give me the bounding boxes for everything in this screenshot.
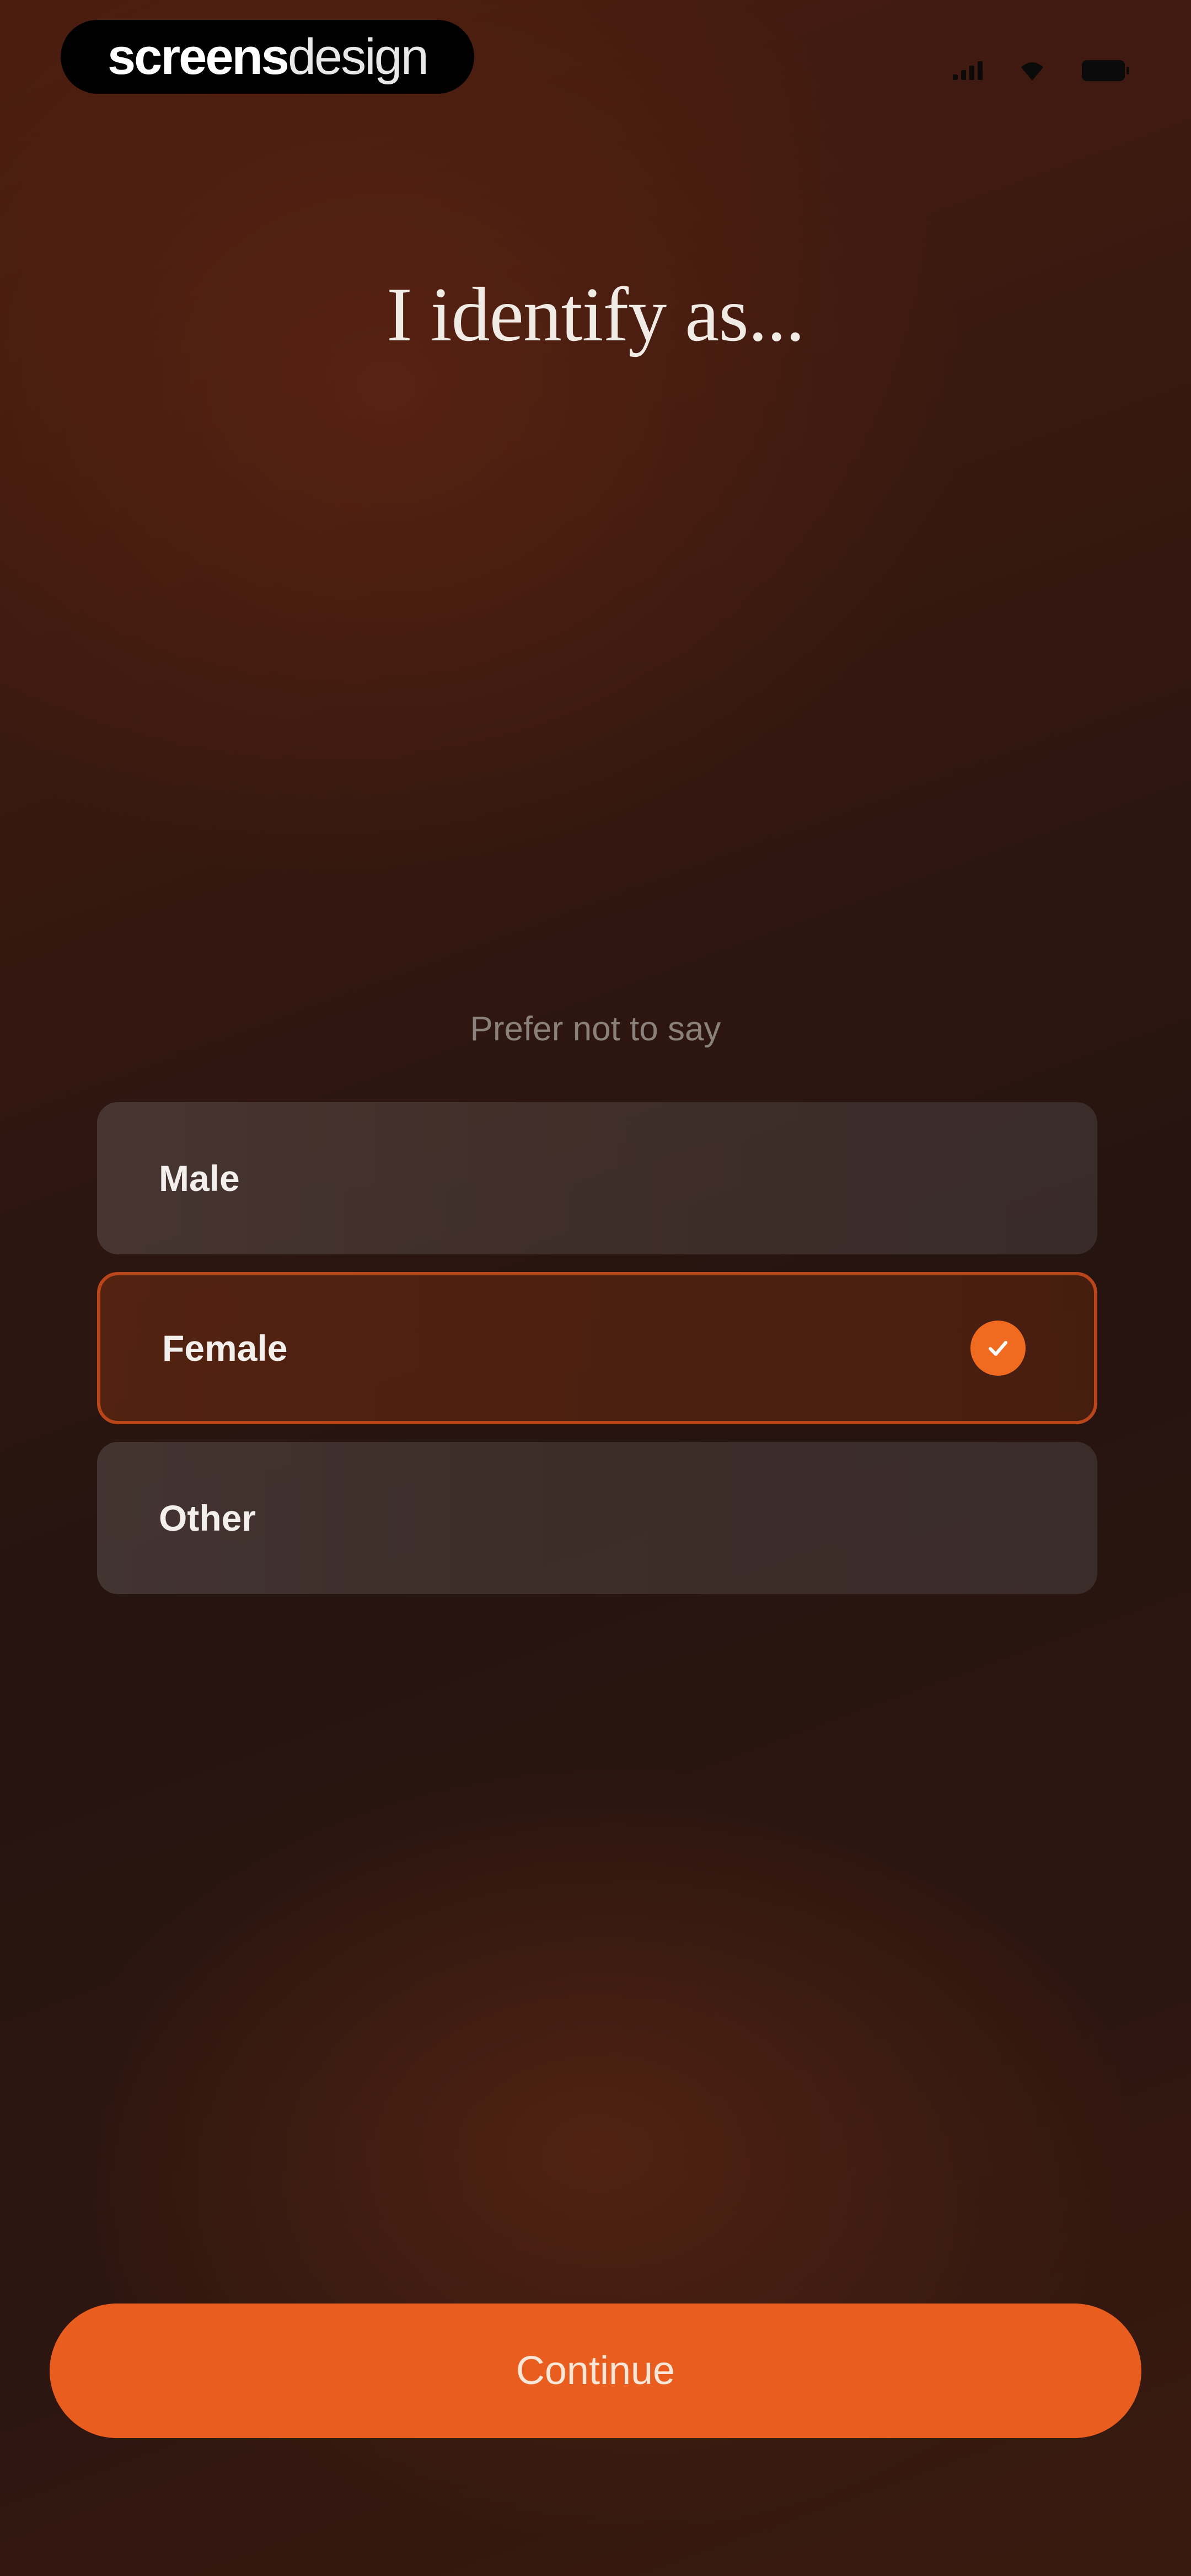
onboarding-screen: screens design I identify as... Prefer no… xyxy=(0,0,1191,2576)
option-male[interactable]: Male xyxy=(97,1102,1097,1254)
wifi-icon xyxy=(1021,62,1043,81)
brand-logo-light: design xyxy=(287,28,429,85)
option-female[interactable]: Female xyxy=(97,1272,1097,1424)
option-other[interactable]: Other xyxy=(97,1442,1097,1594)
option-label: Female xyxy=(162,1328,288,1369)
continue-button[interactable]: Continue xyxy=(50,2304,1141,2438)
battery-icon xyxy=(1082,60,1129,81)
brand-logo: screens design xyxy=(61,20,474,94)
option-label: Male xyxy=(159,1158,240,1199)
checkmark-icon xyxy=(970,1321,1026,1376)
option-label: Other xyxy=(159,1498,256,1538)
prefer-not-to-say-link[interactable]: Prefer not to say xyxy=(0,1009,1191,1049)
brand-logo-bold: screens xyxy=(108,28,289,85)
status-bar xyxy=(953,54,1129,87)
page-title: I identify as... xyxy=(387,272,805,357)
signal-icon xyxy=(953,61,983,80)
